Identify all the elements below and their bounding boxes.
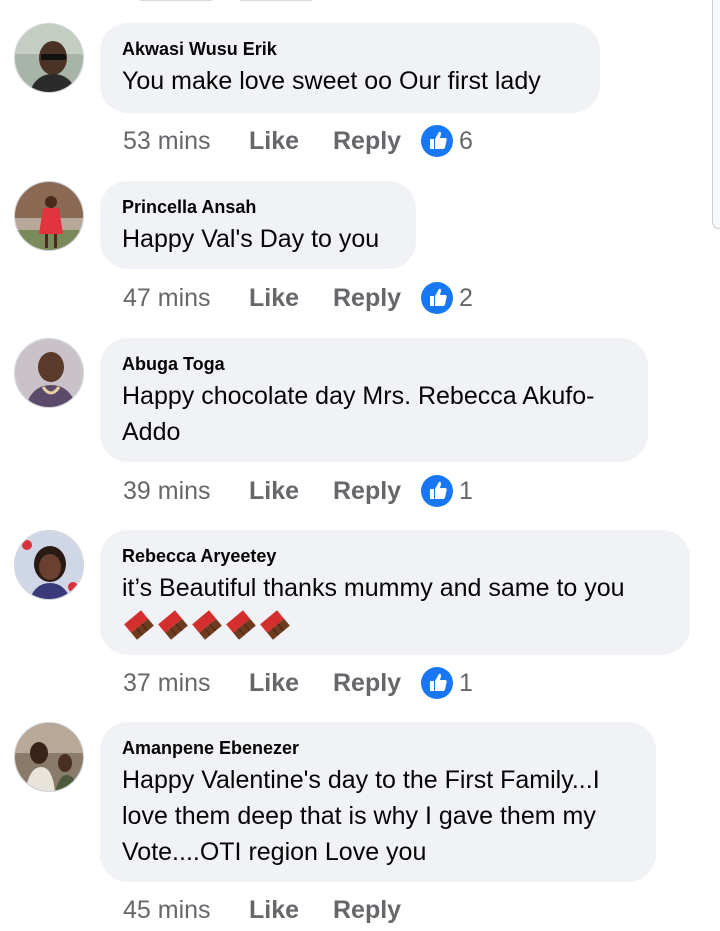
comment-author[interactable]: Amanpene Ebenezer bbox=[122, 736, 634, 760]
comment-text: You make love sweet oo Our first lady bbox=[122, 67, 541, 95]
reaction-count: 1 bbox=[459, 476, 473, 505]
reply-button[interactable]: Reply bbox=[333, 127, 421, 156]
comment-timestamp[interactable]: 53 mins bbox=[123, 127, 249, 156]
reaction-summary[interactable]: 1 bbox=[421, 667, 473, 699]
emoji-row bbox=[122, 608, 668, 642]
reaction-count: 1 bbox=[459, 668, 473, 697]
comment-text-line: Happy chocolate day Mrs. Rebecca Akufo- bbox=[122, 382, 595, 410]
thumbs-up-icon bbox=[421, 125, 453, 157]
comment-timestamp[interactable]: 37 mins bbox=[123, 669, 249, 698]
user-photo-icon bbox=[15, 531, 83, 599]
comment-bubble[interactable]: Princella Ansah Happy Val's Day to you bbox=[100, 181, 416, 269]
avatar[interactable] bbox=[14, 722, 84, 792]
like-button[interactable]: Like bbox=[249, 669, 333, 698]
reaction-count: 6 bbox=[459, 126, 473, 155]
reply-button[interactable]: Reply bbox=[333, 896, 421, 925]
like-button[interactable]: Like bbox=[249, 284, 333, 313]
like-button[interactable]: Like bbox=[249, 127, 333, 156]
user-photo-icon bbox=[15, 339, 83, 407]
user-photo-icon bbox=[15, 723, 83, 791]
comment-actions: 45 mins Like Reply bbox=[123, 890, 421, 930]
comment-actions: 53 mins Like Reply 6 bbox=[123, 121, 473, 161]
reaction-summary[interactable]: 2 bbox=[421, 282, 473, 314]
avatar[interactable] bbox=[14, 530, 84, 600]
thumbs-up-icon bbox=[421, 475, 453, 507]
reply-button[interactable]: Reply bbox=[333, 284, 421, 313]
chocolate-bar-icon bbox=[124, 610, 154, 640]
comment-timestamp[interactable]: 45 mins bbox=[123, 896, 249, 925]
thumbs-up-icon bbox=[421, 667, 453, 699]
comment-text-line: Addo bbox=[122, 418, 181, 446]
comment-timestamp[interactable]: 39 mins bbox=[123, 477, 249, 506]
reaction-summary[interactable]: 1 bbox=[421, 475, 473, 507]
user-photo-icon bbox=[15, 182, 83, 250]
comment-author[interactable]: Rebecca Aryeetey bbox=[122, 544, 668, 568]
comment-author[interactable]: Princella Ansah bbox=[122, 195, 394, 219]
comment-bubble[interactable]: Amanpene Ebenezer Happy Valentine's day … bbox=[100, 722, 656, 882]
comment-text: it’s Beautiful thanks mummy and same to … bbox=[122, 574, 625, 602]
like-button[interactable]: Like bbox=[249, 896, 333, 925]
comment-timestamp[interactable]: 47 mins bbox=[123, 284, 249, 313]
avatar[interactable] bbox=[14, 181, 84, 251]
comment-text: Happy chocolate day Mrs. Rebecca Akufo- A… bbox=[122, 378, 626, 450]
like-button[interactable]: Like bbox=[249, 477, 333, 506]
user-photo-icon bbox=[15, 24, 83, 92]
chocolate-bar-icon bbox=[192, 610, 222, 640]
chocolate-bar-icon bbox=[226, 610, 256, 640]
comment-actions: 37 mins Like Reply 1 bbox=[123, 663, 473, 703]
divider bbox=[140, 0, 212, 1]
comment-text-line: love them deep that is why I gave them m… bbox=[122, 802, 596, 830]
thumbs-up-icon bbox=[421, 282, 453, 314]
comment-bubble[interactable]: Rebecca Aryeetey it’s Beautiful thanks m… bbox=[100, 530, 690, 655]
comment-actions: 47 mins Like Reply 2 bbox=[123, 278, 473, 318]
comment-author[interactable]: Abuga Toga bbox=[122, 352, 626, 376]
reply-button[interactable]: Reply bbox=[333, 477, 421, 506]
reply-button[interactable]: Reply bbox=[333, 669, 421, 698]
comment-bubble[interactable]: Akwasi Wusu Erik You make love sweet oo … bbox=[100, 23, 600, 113]
comment-text: Happy Val's Day to you bbox=[122, 225, 380, 253]
comment-author[interactable]: Akwasi Wusu Erik bbox=[122, 37, 578, 61]
comment-actions: 39 mins Like Reply 1 bbox=[123, 471, 473, 511]
scrollbar[interactable] bbox=[712, 0, 720, 229]
reaction-count: 2 bbox=[459, 283, 473, 312]
comment-bubble[interactable]: Abuga Toga Happy chocolate day Mrs. Rebe… bbox=[100, 338, 648, 462]
comment-text: Happy Valentine's day to the First Famil… bbox=[122, 762, 634, 870]
avatar[interactable] bbox=[14, 23, 84, 93]
chocolate-bar-icon bbox=[158, 610, 188, 640]
comment-text-line: Happy Valentine's day to the First Famil… bbox=[122, 766, 600, 794]
avatar[interactable] bbox=[14, 338, 84, 408]
divider bbox=[240, 0, 312, 1]
reaction-summary[interactable]: 6 bbox=[421, 125, 473, 157]
chocolate-bar-icon bbox=[260, 610, 290, 640]
comment-text-line: Vote....OTI region Love you bbox=[122, 838, 427, 866]
